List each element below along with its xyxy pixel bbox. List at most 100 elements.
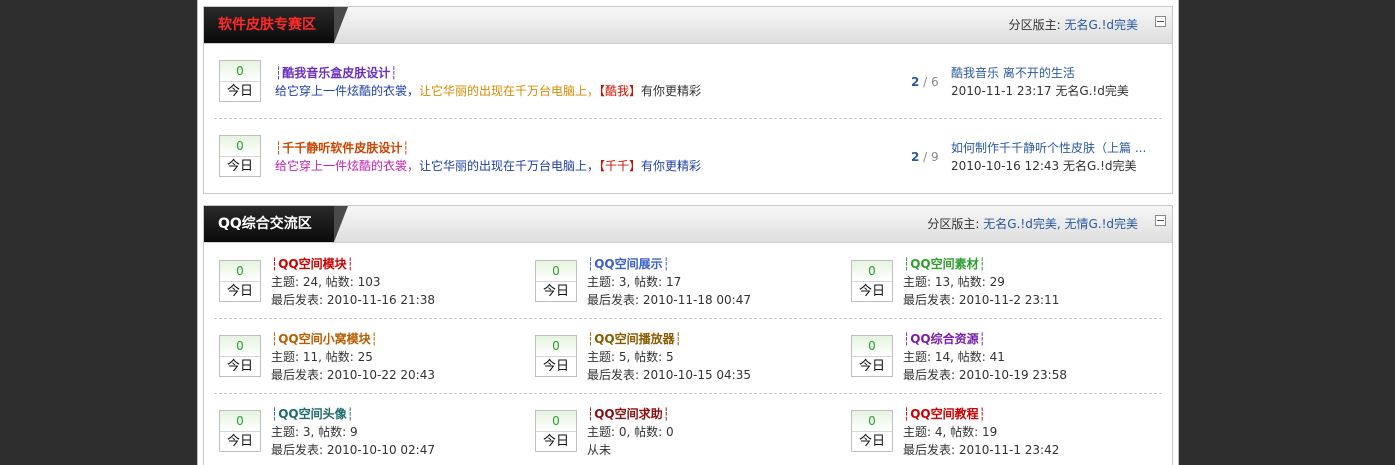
forum-cell: 0 今日 ┆QQ空间小窝模块┆ 主题: 11, 帖数: 25 最后发表: 201… xyxy=(219,319,535,393)
desc-part: 【千千】 xyxy=(599,159,642,173)
moderator-info: 分区版主: 无名G.!d完美 xyxy=(1009,7,1138,43)
today-badge: 0 今日 xyxy=(851,335,893,377)
today-label: 今日 xyxy=(858,434,885,449)
forum-stats: 主题: 0, 帖数: 0 xyxy=(587,425,674,439)
today-label: 今日 xyxy=(858,359,885,374)
forum-stats: 主题: 3, 帖数: 17 xyxy=(587,275,682,289)
moderator-link[interactable]: 无名G.!d完美, 无情G.!d完美 xyxy=(983,217,1138,231)
today-label: 今日 xyxy=(226,284,253,299)
forum-stats: 主题: 3, 帖数: 9 xyxy=(271,425,358,439)
today-badge: 0 今日 xyxy=(851,260,893,302)
today-badge: 0 今日 xyxy=(219,335,261,377)
forum-last-post: 最后发表: 2010-10-19 23:58 xyxy=(903,368,1067,382)
last-post-link[interactable]: 酷我音乐 离不开的生活 xyxy=(951,64,1075,81)
forum-stats: 主题: 13, 帖数: 29 xyxy=(903,275,1005,289)
forum-title[interactable]: ┆QQ空间模块┆ xyxy=(271,255,354,272)
forum-row: 0 今日 ┆酷我音乐盒皮肤设计┆ 给它穿上一件炫酷的衣裳，让它华丽的出现在千万台… xyxy=(204,44,1172,118)
today-badge: 0 今日 xyxy=(535,410,577,452)
today-badge: 0 今日 xyxy=(219,60,261,102)
desc-part: 让它华丽的出现在千万台电脑上， xyxy=(419,159,600,173)
thread-post-counts: 2 / 9 xyxy=(911,150,939,164)
today-badge: 0 今日 xyxy=(219,410,261,452)
today-count: 0 xyxy=(220,411,260,432)
forum-cell: 0 今日 ┆QQ空间素材┆ 主题: 13, 帖数: 29 最后发表: 2010-… xyxy=(851,244,1167,318)
section-title[interactable]: QQ综合交流区 xyxy=(218,216,312,232)
section-software-skins: 软件皮肤专赛区 分区版主: 无名G.!d完美 0 今日 ┆酷我音乐盒皮肤设计┆ … xyxy=(203,6,1173,194)
today-label: 今日 xyxy=(226,359,253,374)
forum-last-post: 最后发表: 2010-11-16 21:38 xyxy=(271,293,435,307)
forum-title[interactable]: ┆QQ空间求助┆ xyxy=(587,405,670,422)
forum-title[interactable]: ┆QQ空间素材┆ xyxy=(903,255,986,272)
forum-cell: 0 今日 ┆QQ空间教程┆ 主题: 4, 帖数: 19 最后发表: 2010-1… xyxy=(851,394,1167,465)
post-count: 6 xyxy=(931,75,939,89)
forum-last-post: 最后发表: 2010-11-18 00:47 xyxy=(587,293,751,307)
forum-cell: 0 今日 ┆QQ空间展示┆ 主题: 3, 帖数: 17 最后发表: 2010-1… xyxy=(535,244,851,318)
last-post-meta: 2010-10-16 12:43 无名G.!d完美 xyxy=(951,159,1137,173)
today-count: 0 xyxy=(220,336,260,357)
section-tab[interactable]: 软件皮肤专赛区 xyxy=(204,7,348,43)
forum-description: 给它穿上一件炫酷的衣裳，让它华丽的出现在千万台电脑上，【酷我】有你更精彩 xyxy=(275,82,701,99)
today-count: 0 xyxy=(220,136,260,157)
forum-cell: 0 今日 ┆QQ空间播放器┆ 主题: 5, 帖数: 5 最后发表: 2010-1… xyxy=(535,319,851,393)
thread-post-counts: 2 / 6 xyxy=(911,75,939,89)
moderator-label: 分区版主: xyxy=(927,217,984,231)
forum-last-post: 从未 xyxy=(587,443,612,457)
forum-stats: 主题: 5, 帖数: 5 xyxy=(587,350,674,364)
forum-cell: 0 今日 ┆QQ空间模块┆ 主题: 24, 帖数: 103 最后发表: 2010… xyxy=(219,244,535,318)
forum-title[interactable]: ┆QQ空间展示┆ xyxy=(587,255,670,272)
post-count: 9 xyxy=(931,150,939,164)
today-count: 0 xyxy=(852,336,892,357)
today-label: 今日 xyxy=(858,284,885,299)
today-label: 今日 xyxy=(226,84,253,99)
collapse-icon[interactable] xyxy=(1155,215,1166,226)
section-header: 软件皮肤专赛区 分区版主: 无名G.!d完美 xyxy=(204,7,1172,44)
section-tab[interactable]: QQ综合交流区 xyxy=(204,206,348,242)
today-label: 今日 xyxy=(542,359,569,374)
desc-part: 让它华丽的出现在千万台电脑上， xyxy=(419,84,600,98)
forum-cell: 0 今日 ┆QQ空间求助┆ 主题: 0, 帖数: 0 从未 xyxy=(535,394,851,465)
today-label: 今日 xyxy=(542,434,569,449)
forum-stats: 主题: 11, 帖数: 25 xyxy=(271,350,373,364)
forum-title[interactable]: ┆酷我音乐盒皮肤设计┆ xyxy=(275,64,397,81)
forum-cell: 0 今日 ┆QQ综合资源┆ 主题: 14, 帖数: 41 最后发表: 2010-… xyxy=(851,319,1167,393)
today-count: 0 xyxy=(852,411,892,432)
today-badge: 0 今日 xyxy=(851,410,893,452)
today-count: 0 xyxy=(220,261,260,282)
today-count: 0 xyxy=(220,61,260,82)
desc-part: 给它穿上一件炫酷的衣裳， xyxy=(275,159,420,173)
forum-title[interactable]: ┆QQ空间教程┆ xyxy=(903,405,986,422)
forum-last-post: 最后发表: 2010-10-10 02:47 xyxy=(271,443,435,457)
forum-stats: 主题: 14, 帖数: 41 xyxy=(903,350,1005,364)
today-badge: 0 今日 xyxy=(535,335,577,377)
section-header: QQ综合交流区 分区版主: 无名G.!d完美, 无情G.!d完美 xyxy=(204,206,1172,243)
desc-part: 有你更精彩 xyxy=(641,159,702,173)
section-title[interactable]: 软件皮肤专赛区 xyxy=(218,17,316,33)
desc-part: 给它穿上一件炫酷的衣裳， xyxy=(275,84,420,98)
today-count: 0 xyxy=(536,336,576,357)
last-post-meta: 2010-11-1 23:17 无名G.!d完美 xyxy=(951,84,1129,98)
forum-last-post: 最后发表: 2010-10-15 04:35 xyxy=(587,368,751,382)
today-count: 0 xyxy=(536,261,576,282)
forum-cell: 0 今日 ┆QQ空间头像┆ 主题: 3, 帖数: 9 最后发表: 2010-10… xyxy=(219,394,535,465)
moderator-info: 分区版主: 无名G.!d完美, 无情G.!d完美 xyxy=(927,206,1138,242)
forum-title[interactable]: ┆QQ空间小窝模块┆ xyxy=(271,330,378,347)
forum-title[interactable]: ┆千千静听软件皮肤设计┆ xyxy=(275,139,409,156)
forum-stats: 主题: 24, 帖数: 103 xyxy=(271,275,381,289)
forum-title[interactable]: ┆QQ空间播放器┆ xyxy=(587,330,682,347)
forum-title[interactable]: ┆QQ空间头像┆ xyxy=(271,405,354,422)
last-post-link[interactable]: 如何制作千千静听个性皮肤（上篇 ... xyxy=(951,139,1146,156)
today-label: 今日 xyxy=(226,159,253,174)
today-count: 0 xyxy=(852,261,892,282)
forum-title[interactable]: ┆QQ综合资源┆ xyxy=(903,330,986,347)
today-count: 0 xyxy=(536,411,576,432)
collapse-icon[interactable] xyxy=(1155,16,1166,27)
today-badge: 0 今日 xyxy=(219,135,261,177)
moderator-link[interactable]: 无名G.!d完美 xyxy=(1064,18,1138,32)
forum-last-post: 最后发表: 2010-11-1 23:42 xyxy=(903,443,1060,457)
today-badge: 0 今日 xyxy=(219,260,261,302)
forum-main: 软件皮肤专赛区 分区版主: 无名G.!d完美 0 今日 ┆酷我音乐盒皮肤设计┆ … xyxy=(197,0,1179,465)
desc-part: 【酷我】 xyxy=(599,84,642,98)
forum-description: 给它穿上一件炫酷的衣裳，让它华丽的出现在千万台电脑上，【千千】有你更精彩 xyxy=(275,157,701,174)
section-qq-exchange: QQ综合交流区 分区版主: 无名G.!d完美, 无情G.!d完美 0 今日 ┆Q… xyxy=(203,205,1173,465)
today-label: 今日 xyxy=(542,284,569,299)
